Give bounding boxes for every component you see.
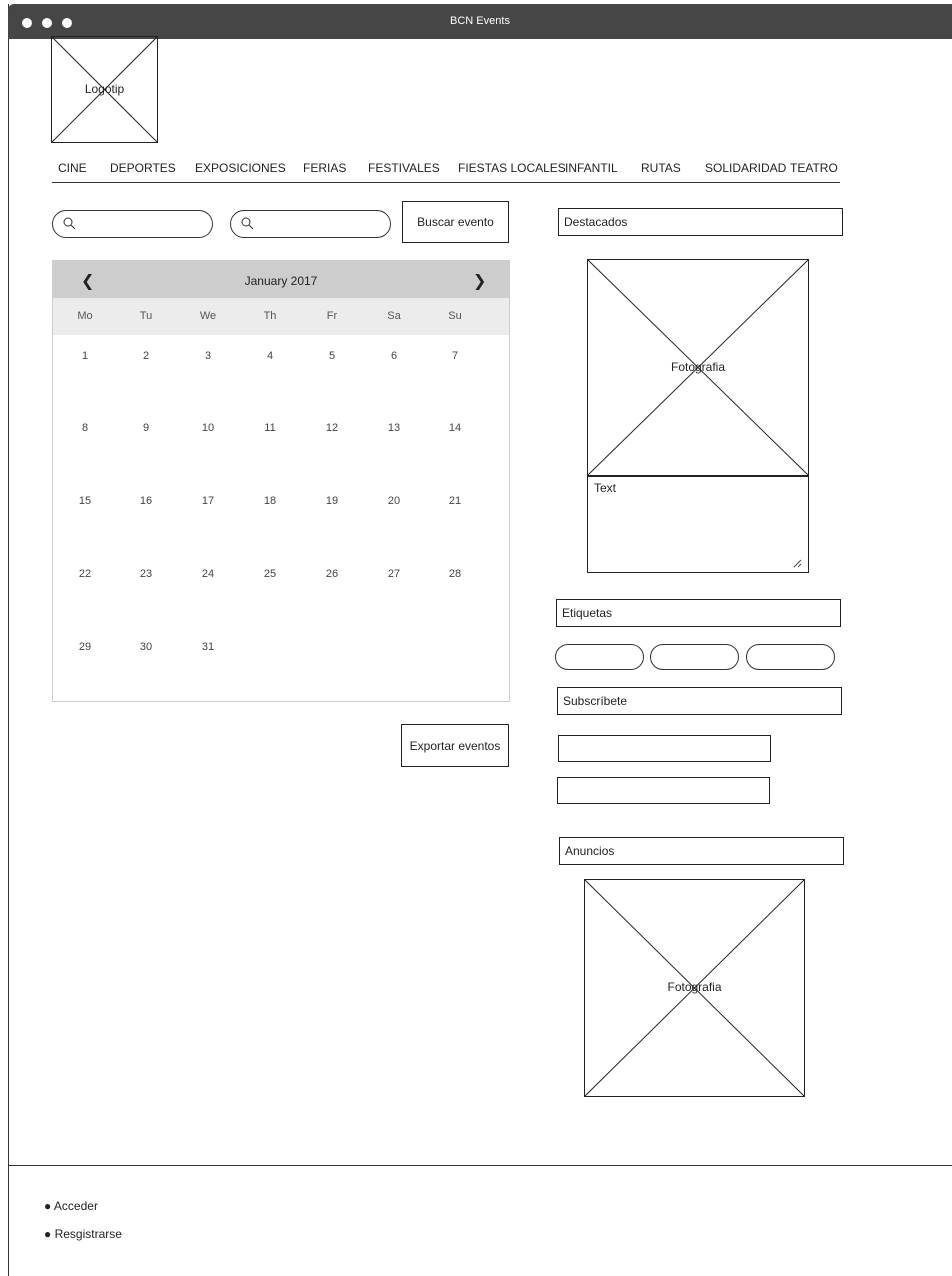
footer-link-label: Acceder bbox=[53, 1199, 98, 1213]
calendar-date[interactable]: 19 bbox=[312, 495, 352, 507]
tag-pill-1[interactable] bbox=[555, 644, 644, 670]
ads-photo-label: Fotografia bbox=[667, 980, 722, 994]
search-event-button[interactable]: Buscar evento bbox=[402, 201, 509, 243]
tag-pill-3[interactable] bbox=[746, 644, 835, 670]
calendar-date[interactable]: 5 bbox=[312, 350, 352, 362]
footer-link-label: Resgistrarse bbox=[54, 1227, 122, 1241]
calendar-month-label: January 2017 bbox=[244, 274, 318, 288]
nav-item-infantil[interactable]: INFANTIL bbox=[565, 161, 618, 175]
calendar-dayname: Sa bbox=[387, 310, 401, 322]
calendar-dayname: We bbox=[199, 310, 217, 322]
calendar-date[interactable]: 26 bbox=[312, 568, 352, 580]
nav-item-ferias[interactable]: FERIAS bbox=[303, 161, 346, 175]
calendar-dayname: Tu bbox=[139, 310, 153, 322]
tag-pill-2[interactable] bbox=[650, 644, 739, 670]
calendar-date[interactable]: 25 bbox=[250, 568, 290, 580]
search-icon bbox=[63, 217, 76, 230]
featured-photo-label: Fotografia bbox=[670, 360, 726, 374]
calendar-date[interactable]: 14 bbox=[435, 422, 475, 434]
search-input-1[interactable] bbox=[52, 210, 213, 238]
calendar-date[interactable]: 15 bbox=[65, 495, 105, 507]
calendar-dayname: Mo bbox=[77, 310, 93, 322]
calendar-date[interactable]: 4 bbox=[250, 350, 290, 362]
window-title: BCN Events bbox=[450, 15, 510, 27]
nav-item-teatro[interactable]: TEATRO bbox=[790, 161, 838, 175]
calendar-date[interactable]: 7 bbox=[435, 350, 475, 362]
bullet-icon: ● bbox=[44, 1199, 52, 1213]
calendar-dayname: Th bbox=[263, 310, 277, 322]
calendar-date[interactable]: 27 bbox=[374, 568, 414, 580]
logo-label: Logotip bbox=[84, 82, 125, 96]
calendar-date[interactable]: 24 bbox=[188, 568, 228, 580]
nav-item-solidaridad[interactable]: SOLIDARIDAD bbox=[705, 161, 786, 175]
nav-item-rutas[interactable]: RUTAS bbox=[641, 161, 681, 175]
calendar-date[interactable]: 10 bbox=[188, 422, 228, 434]
calendar-next-icon[interactable]: ❯ bbox=[473, 271, 486, 291]
calendar-date[interactable]: 17 bbox=[188, 495, 228, 507]
subscribe-input-2[interactable] bbox=[557, 777, 770, 804]
calendar-daynames: Mo Tu We Th Fr Sa Su bbox=[53, 298, 509, 335]
calendar-header: ❮ January 2017 ❯ bbox=[53, 261, 509, 298]
tags-heading: Etiquetas bbox=[556, 599, 841, 627]
calendar-date[interactable]: 1 bbox=[65, 350, 105, 362]
calendar-dayname: Fr bbox=[326, 310, 338, 322]
title-bar: BCN Events bbox=[8, 4, 952, 39]
calendar-date[interactable]: 23 bbox=[126, 568, 166, 580]
calendar-date[interactable]: 8 bbox=[65, 422, 105, 434]
nav-item-cine[interactable]: CINE bbox=[58, 161, 87, 175]
footer-divider bbox=[8, 1165, 952, 1166]
calendar-date[interactable]: 20 bbox=[374, 495, 414, 507]
subscribe-input-1[interactable] bbox=[558, 735, 771, 762]
calendar-date[interactable]: 29 bbox=[65, 641, 105, 653]
calendar-date[interactable]: 6 bbox=[374, 350, 414, 362]
bullet-icon: ● bbox=[44, 1227, 52, 1241]
calendar-date[interactable]: 12 bbox=[312, 422, 352, 434]
featured-heading: Destacados bbox=[558, 208, 843, 236]
calendar-date[interactable]: 22 bbox=[65, 568, 105, 580]
nav-item-fiestas-locales[interactable]: FIESTAS LOCALES bbox=[458, 161, 566, 175]
calendar-date[interactable]: 9 bbox=[126, 422, 166, 434]
search-icon bbox=[241, 217, 254, 230]
calendar-date[interactable]: 16 bbox=[126, 495, 166, 507]
calendar-date[interactable]: 13 bbox=[374, 422, 414, 434]
resize-grip-icon[interactable] bbox=[792, 558, 802, 568]
nav-item-deportes[interactable]: DEPORTES bbox=[110, 161, 176, 175]
ads-heading: Anuncios bbox=[559, 837, 844, 865]
subscribe-heading: Subscríbete bbox=[557, 687, 842, 715]
export-events-button[interactable]: Exportar eventos bbox=[401, 724, 509, 767]
calendar-date[interactable]: 21 bbox=[435, 495, 475, 507]
footer-link-acceder[interactable]: ● Acceder bbox=[44, 1199, 98, 1213]
search-input-2[interactable] bbox=[230, 210, 391, 238]
nav-item-festivales[interactable]: FESTIVALES bbox=[368, 161, 440, 175]
category-nav: CINE DEPORTES EXPOSICIONES FERIAS FESTIV… bbox=[52, 152, 840, 183]
featured-text-label: Text bbox=[594, 481, 617, 495]
calendar-date[interactable]: 31 bbox=[188, 641, 228, 653]
logo-placeholder[interactable]: Logotip bbox=[51, 36, 158, 143]
ads-photo[interactable]: Fotografia bbox=[584, 879, 805, 1097]
featured-text-area[interactable]: Text bbox=[587, 476, 809, 573]
featured-photo[interactable]: Fotografia bbox=[587, 259, 809, 476]
calendar-date[interactable]: 11 bbox=[250, 422, 290, 434]
calendar-date[interactable]: 2 bbox=[126, 350, 166, 362]
calendar: ❮ January 2017 ❯ Mo Tu We Th Fr Sa Su 12… bbox=[52, 260, 510, 702]
calendar-date[interactable]: 3 bbox=[188, 350, 228, 362]
nav-item-exposiciones[interactable]: EXPOSICIONES bbox=[195, 161, 286, 175]
calendar-date[interactable]: 18 bbox=[250, 495, 290, 507]
calendar-date[interactable]: 28 bbox=[435, 568, 475, 580]
calendar-dayname: Su bbox=[448, 310, 462, 322]
calendar-date[interactable]: 30 bbox=[126, 641, 166, 653]
footer-link-registrarse[interactable]: ● Resgistrarse bbox=[44, 1227, 122, 1241]
